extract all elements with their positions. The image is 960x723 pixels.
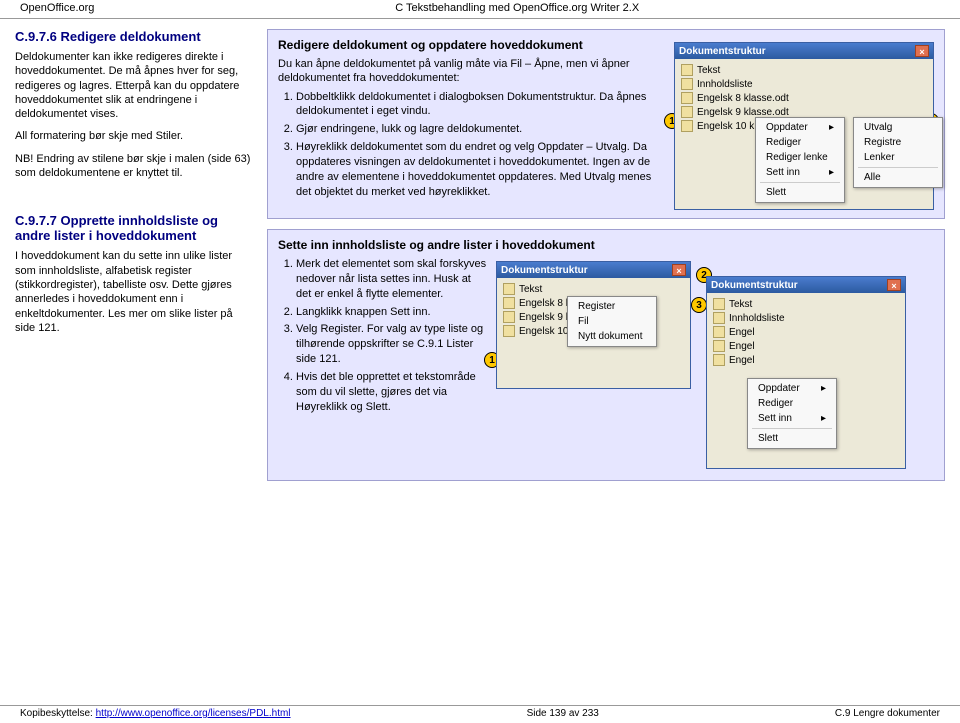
context-menu: Oppdater▸ Rediger Rediger lenke Sett inn… xyxy=(755,117,845,203)
doc-icon xyxy=(503,283,515,295)
context-menu-2b: Oppdater▸ Rediger Sett inn▸ Slett xyxy=(747,378,837,449)
doc-icon xyxy=(681,120,693,132)
s1-p2: All formatering bør skje med Stiler. xyxy=(15,129,255,143)
close-icon[interactable]: × xyxy=(887,279,901,291)
menu-rediger[interactable]: Rediger xyxy=(756,135,844,150)
box1-heading: Redigere deldokument og oppdatere hovedd… xyxy=(278,38,666,52)
menu-oppdater[interactable]: Oppdater▸ xyxy=(756,120,844,135)
menu-slett[interactable]: Slett xyxy=(756,185,844,200)
doc-icon xyxy=(681,92,693,104)
badge-3: 3 xyxy=(691,297,707,313)
instruction-box-1: Redigere deldokument og oppdatere hovedd… xyxy=(267,29,945,219)
box1-intro: Du kan åpne deldokumentet på vanlig måte… xyxy=(278,57,666,86)
box2-heading: Sette inn innholdsliste og andre lister … xyxy=(278,238,934,252)
tree-item[interactable]: Engel xyxy=(713,325,899,339)
box2-step1: Merk det elementet som skal forskyves ne… xyxy=(296,257,488,302)
submenu-alle[interactable]: Alle xyxy=(854,170,942,185)
doc-icon xyxy=(713,354,725,366)
menu-sett-inn[interactable]: Sett inn▸ xyxy=(756,165,844,180)
dialog-dokumentstruktur-2b: Dokumentstruktur × Tekst Innholdsliste E… xyxy=(706,276,906,469)
footer-page: Side 139 av 233 xyxy=(527,708,599,719)
close-icon[interactable]: × xyxy=(672,264,686,276)
doc-icon xyxy=(681,78,693,90)
chevron-right-icon: ▸ xyxy=(829,122,834,133)
doc-icon xyxy=(713,340,725,352)
tree-item[interactable]: Engel xyxy=(713,353,899,367)
instruction-box-2: Sette inn innholdsliste og andre lister … xyxy=(267,229,945,481)
dialog2a-title: Dokumentstruktur xyxy=(501,265,588,276)
doc-icon xyxy=(713,312,725,324)
menu-fil[interactable]: Fil xyxy=(568,314,656,329)
header-left: OpenOffice.org xyxy=(20,2,94,14)
dialog-dokumentstruktur-1: Dokumentstruktur × Tekst Innholdsliste E… xyxy=(674,42,934,210)
doc-icon xyxy=(503,297,515,309)
s1-p3: NB! Endring av stilene bør skje i malen … xyxy=(15,152,255,181)
doc-icon xyxy=(681,64,693,76)
doc-icon xyxy=(713,298,725,310)
chevron-right-icon: ▸ xyxy=(829,167,834,178)
footer-copy-label: Kopibeskyttelse: xyxy=(20,708,96,719)
context-menu-sett-inn: Register Fil Nytt dokument xyxy=(567,296,657,347)
header-center: C Tekstbehandling med OpenOffice.org Wri… xyxy=(94,2,940,14)
doc-icon xyxy=(681,106,693,118)
section-heading-1: C.9.7.6 Redigere deldokument xyxy=(15,29,255,44)
dialog2b-title: Dokumentstruktur xyxy=(711,280,798,291)
chevron-right-icon: ▸ xyxy=(821,413,826,424)
s1-p1: Deldokumenter kan ikke redigeres direkte… xyxy=(15,50,255,121)
menu-rediger[interactable]: Rediger xyxy=(748,396,836,411)
box1-step1: Dobbeltklikk deldokumentet i dialogbokse… xyxy=(296,90,666,120)
menu-nytt-dokument[interactable]: Nytt dokument xyxy=(568,329,656,344)
tree-item[interactable]: Tekst xyxy=(713,297,899,311)
dialog1-title: Dokumentstruktur xyxy=(679,46,766,57)
box2-step4: Hvis det ble opprettet et tekstområde so… xyxy=(296,370,488,415)
close-icon[interactable]: × xyxy=(915,45,929,57)
page-header: OpenOffice.org C Tekstbehandling med Ope… xyxy=(0,0,960,19)
footer-section: C.9 Lengre dokumenter xyxy=(835,708,940,719)
tree-item[interactable]: Innholdsliste xyxy=(713,311,899,325)
submenu-lenker[interactable]: Lenker xyxy=(854,150,942,165)
box2-step3: Velg Register. For valg av type liste og… xyxy=(296,322,488,367)
tree-item[interactable]: Innholdsliste xyxy=(681,77,927,91)
box1-step2: Gjør endringene, lukk og lagre deldokume… xyxy=(296,122,666,137)
tree-item[interactable]: Tekst xyxy=(681,63,927,77)
section-heading-2: C.9.7.7 Opprette innholdsliste og andre … xyxy=(15,213,255,243)
page-footer: Kopibeskyttelse: http://www.openoffice.o… xyxy=(0,705,960,721)
tree-item[interactable]: Engel xyxy=(713,339,899,353)
menu-oppdater[interactable]: Oppdater▸ xyxy=(748,381,836,396)
submenu-registre[interactable]: Registre xyxy=(854,135,942,150)
s2-p1: I hoveddokument kan du sette inn ulike l… xyxy=(15,249,255,335)
doc-icon xyxy=(503,311,515,323)
doc-icon xyxy=(713,326,725,338)
menu-rediger-lenke[interactable]: Rediger lenke xyxy=(756,150,844,165)
doc-icon xyxy=(503,325,515,337)
chevron-right-icon: ▸ xyxy=(821,383,826,394)
dialog-dokumentstruktur-2a: Dokumentstruktur × Tekst Engelsk 8 kl En… xyxy=(496,261,691,389)
box2-step2: Langklikk knappen Sett inn. xyxy=(296,305,488,320)
submenu-utvalg[interactable]: Utvalg xyxy=(854,120,942,135)
tree-item[interactable]: Engelsk 8 klasse.odt xyxy=(681,91,927,105)
context-submenu: Utvalg Registre Lenker Alle xyxy=(853,117,943,188)
menu-slett[interactable]: Slett xyxy=(748,431,836,446)
menu-sett-inn[interactable]: Sett inn▸ xyxy=(748,411,836,426)
menu-register[interactable]: Register xyxy=(568,299,656,314)
tree-item[interactable]: Tekst xyxy=(503,282,684,296)
footer-link[interactable]: http://www.openoffice.org/licenses/PDL.h… xyxy=(96,708,291,719)
box1-step3: Høyreklikk deldokumentet som du endret o… xyxy=(296,140,666,199)
